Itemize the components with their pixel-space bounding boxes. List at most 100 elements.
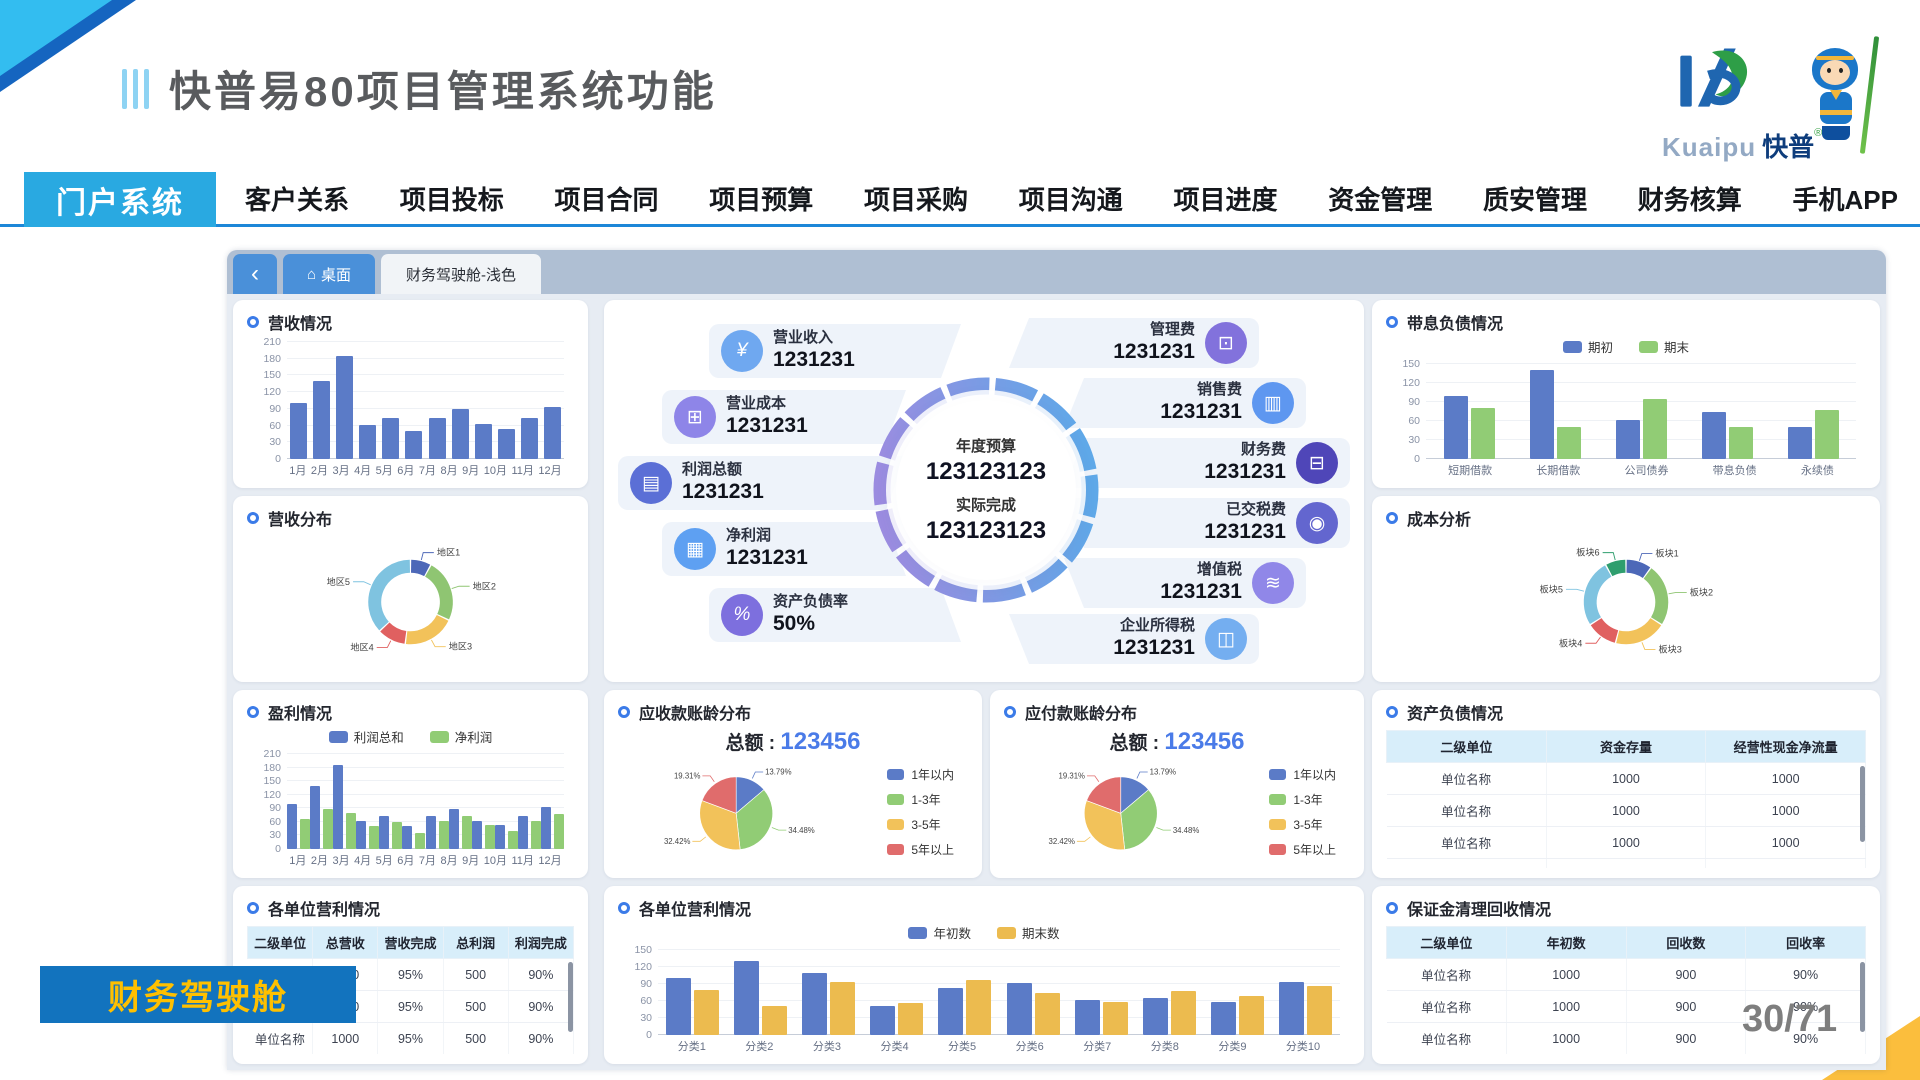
pie-chart: 13.79%34.48%32.42%19.31% [1004, 756, 1253, 868]
table-header: 营收完成 [378, 927, 443, 959]
bar [472, 821, 482, 850]
bar [336, 356, 353, 459]
bar [1103, 1002, 1128, 1035]
nav-item[interactable]: 项目进度 [1174, 180, 1278, 217]
x-tick-label: 短期借款 [1448, 462, 1492, 478]
bar [694, 990, 719, 1035]
calculator-icon: ⊞ [674, 396, 716, 438]
annual-budget-gauge: 年度预算 123123123 实际完成 123123123 [860, 364, 1112, 616]
table-cell: 1000 [1706, 763, 1866, 795]
svg-text:地区1: 地区1 [437, 547, 460, 558]
bar [1279, 982, 1304, 1035]
x-tick-label: 3月 [332, 462, 349, 478]
x-tick-label: 1月 [289, 462, 306, 478]
pie-legend: 1年以内1-3年3-5年5年以上 [887, 766, 954, 858]
panel-title: 保证金清理回收情况 [1407, 896, 1551, 920]
nav-item[interactable]: 项目投标 [400, 180, 504, 217]
y-tick-label: 120 [251, 386, 281, 398]
x-tick-label: 2月 [311, 462, 328, 478]
table-cell: 1000 [1546, 763, 1706, 795]
nav-item[interactable]: 资金管理 [1328, 180, 1432, 217]
bar [439, 821, 449, 849]
bar [475, 424, 492, 459]
bar [415, 833, 425, 849]
money-bag-icon: ¥ [721, 330, 763, 372]
table-scrollbar[interactable] [1860, 766, 1865, 842]
bar [1211, 1002, 1236, 1035]
tab-finance-cockpit[interactable]: 财务驾驶舱-浅色 [381, 254, 541, 294]
table-cell: 95% [378, 991, 443, 1023]
x-tick-label: 5月 [376, 462, 393, 478]
svg-text:地区3: 地区3 [449, 641, 472, 652]
bar [521, 418, 538, 459]
panel-bullet-icon [247, 316, 259, 328]
table-cell: 500 [443, 959, 508, 991]
table-header: 总营收 [313, 927, 378, 959]
donut-chart: 地区1地区2地区3地区4地区5 [247, 532, 574, 672]
bar [1643, 399, 1667, 459]
x-axis-labels: 分类1分类2分类3分类4分类5分类6分类7分类8分类9分类10 [658, 1038, 1340, 1054]
coin-stack-icon: ≋ [1252, 562, 1294, 604]
table-scrollbar[interactable] [568, 962, 573, 1032]
y-tick-label: 0 [1390, 453, 1420, 465]
nav-item[interactable]: 项目沟通 [1019, 180, 1123, 217]
panel-interest-debt: 带息负债情况 期初期末0306090120150短期借款长期借款公司债券带息负债… [1372, 300, 1880, 488]
nav-item[interactable]: 客户关系 [245, 180, 349, 217]
panel-cost-analysis: 成本分析 板块1板块2板块3板块4板块5板块6 [1372, 496, 1880, 682]
pie-legend: 1年以内1-3年3-5年5年以上 [1269, 766, 1336, 858]
tab-desktop[interactable]: ⌂ 桌面 [283, 254, 375, 294]
bar-series [658, 950, 1340, 1035]
bar-series [287, 342, 564, 459]
bar-chart-icon: ▥ [1252, 382, 1294, 424]
nav-item[interactable]: 手机APP [1793, 180, 1898, 217]
legend-item: 5年以上 [1269, 841, 1336, 858]
kuaipu-logo: Kuaipu快普® [1662, 36, 1902, 164]
home-icon: ⌂ [307, 266, 316, 283]
table-scrollbar[interactable] [1860, 962, 1865, 1032]
table-cell: 1000 [1706, 827, 1866, 859]
actual-label: 实际完成 [956, 494, 1016, 515]
table-cell: 单位名称 [1387, 959, 1507, 991]
x-tick-label: 分类8 [1151, 1038, 1179, 1054]
y-tick-label: 0 [251, 453, 281, 465]
bar [498, 429, 515, 459]
nav-item[interactable]: 质安管理 [1483, 180, 1587, 217]
panel-title: 营收分布 [268, 506, 332, 530]
x-tick-label: 分类1 [678, 1038, 706, 1054]
table-row: 单位名称100090090% [1387, 959, 1866, 991]
bar [1307, 986, 1332, 1035]
svg-text:板块3: 板块3 [1658, 643, 1681, 654]
nav-portal-tab[interactable]: 门户系统 [24, 172, 216, 227]
budget-label: 年度预算 [956, 435, 1016, 456]
building-icon: ◫ [1205, 618, 1247, 660]
nav-item[interactable]: 项目合同 [555, 180, 659, 217]
bar-series [287, 754, 564, 849]
y-tick-label: 60 [622, 995, 652, 1007]
bar [300, 819, 310, 849]
bar [495, 825, 505, 849]
table-row: 单位名称10001000 [1387, 795, 1866, 827]
panel-title: 资产负债情况 [1407, 700, 1503, 724]
svg-text:19.31%: 19.31% [1059, 771, 1086, 780]
x-tick-label: 3月 [332, 852, 349, 868]
page-number: 30/71 [1742, 998, 1837, 1041]
nav-item[interactable]: 项目预算 [709, 180, 813, 217]
chart-legend: 年初数期末数 [618, 923, 1350, 942]
x-tick-label: 12月 [538, 852, 561, 868]
y-tick-label: 180 [251, 762, 281, 774]
nav-item[interactable]: 项目采购 [864, 180, 968, 217]
panel-title: 盈利情况 [268, 700, 332, 724]
table-row: 单位名称10001000 [1387, 827, 1866, 859]
legend-item: 3-5年 [887, 816, 954, 833]
coins-icon: ▤ [630, 462, 672, 504]
nav-item[interactable]: 财务核算 [1638, 180, 1742, 217]
bar [1171, 991, 1196, 1035]
table-header: 总利润 [443, 927, 508, 959]
bar [666, 978, 691, 1035]
asset-liability-table: 二级单位资金存量经营性现金净流量单位名称10001000单位名称10001000… [1386, 726, 1866, 868]
x-axis-labels: 1月2月3月4月5月6月7月8月9月10月11月12月 [287, 852, 564, 868]
panel-asset-liability: 资产负债情况 二级单位资金存量经营性现金净流量单位名称10001000单位名称1… [1372, 690, 1880, 878]
bar [938, 988, 963, 1035]
table-header: 年初数 [1506, 927, 1626, 959]
back-button[interactable]: ‹ [233, 254, 277, 294]
